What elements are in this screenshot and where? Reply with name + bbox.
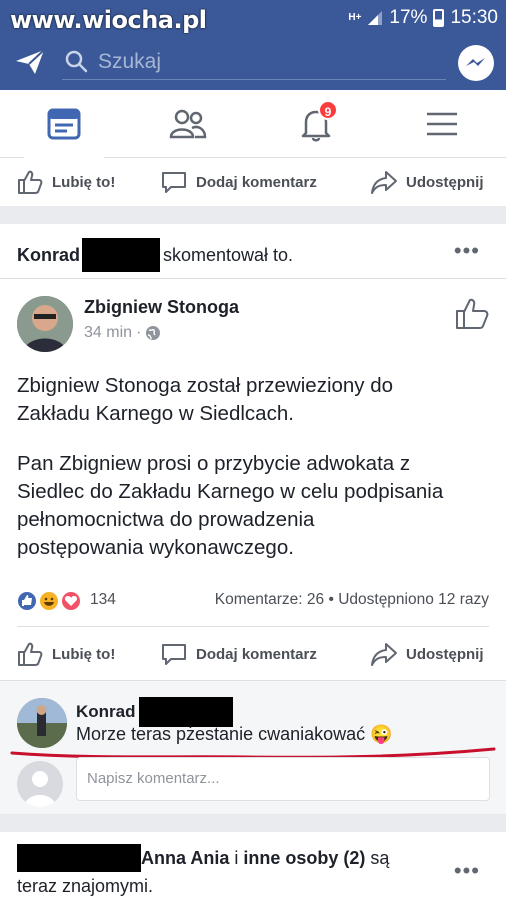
top-bar: Szukaj: [0, 34, 506, 90]
like-label: Lubię to!: [52, 173, 116, 191]
post-line: Zakładu Karnego w Siedlcach.: [17, 402, 294, 425]
page-like-icon[interactable]: [454, 296, 490, 332]
post-stats: 134 Komentarze: 26 • Udostępniono 12 raz…: [0, 580, 506, 620]
activity-text: skomentował to.: [163, 244, 294, 265]
post-meta: 34 min ·: [84, 324, 161, 342]
tab-news-feed[interactable]: [24, 104, 104, 159]
news-feed-icon: [47, 108, 81, 140]
friendship-line2: teraz znajomymi.: [17, 876, 154, 896]
notification-badge: 9: [318, 100, 338, 120]
haha-reaction-icon[interactable]: [38, 590, 60, 612]
friend-names[interactable]: Anna Ania: [141, 848, 229, 868]
redaction-bar: [138, 697, 233, 727]
post-text: Zbigniew Stonoga został przewieziony do …: [17, 372, 443, 562]
conjunction: i: [234, 848, 239, 868]
like-button[interactable]: Lubię to!: [16, 168, 115, 196]
tab-friends[interactable]: [168, 104, 208, 144]
comment-label: Dodaj komentarz: [196, 173, 317, 191]
redaction-bar: [82, 238, 160, 272]
messenger-button[interactable]: [458, 45, 494, 81]
verb-text: są: [370, 848, 390, 868]
tab-notifications[interactable]: 9: [296, 100, 338, 144]
avatar-image: [17, 296, 73, 352]
signal-icon: [368, 11, 383, 25]
post-time[interactable]: 34 min: [84, 324, 132, 342]
comments-section: Konrad Morze teras pżestanie cwaniakować…: [0, 680, 506, 814]
comment-label: Dodaj komentarz: [196, 645, 317, 663]
current-user-avatar: [17, 761, 63, 807]
share-button[interactable]: Udostępnij: [370, 168, 484, 196]
comment-button[interactable]: Dodaj komentarz: [160, 640, 317, 668]
like-reaction-icon[interactable]: [16, 590, 38, 612]
like-button[interactable]: Lubię to!: [16, 640, 115, 668]
friends-icon: [169, 109, 207, 139]
post-line: pełnomocnictwa do prowadzenia: [17, 508, 315, 531]
comment-button[interactable]: Dodaj komentarz: [160, 168, 317, 196]
like-label: Lubię to!: [52, 645, 116, 663]
comments-shares-count[interactable]: Komentarze: 26 • Udostępniono 12 razy: [215, 591, 489, 609]
activity-actor[interactable]: Konrad: [17, 245, 80, 266]
share-icon: [371, 643, 397, 666]
globe-icon: [146, 326, 161, 340]
send-icon[interactable]: [14, 48, 46, 76]
tab-menu[interactable]: [422, 104, 462, 144]
more-options-icon[interactable]: •••: [454, 238, 480, 264]
post-line: Pan Zbigniew prosi o przybycie adwokata …: [17, 452, 411, 475]
share-label: Udostępnij: [406, 173, 484, 191]
more-options-icon[interactable]: •••: [454, 858, 480, 884]
post-line: postępowania wykonawczego.: [17, 536, 294, 559]
author-avatar[interactable]: [17, 296, 73, 352]
search-input[interactable]: Szukaj: [62, 44, 446, 80]
comment-author-row: Konrad: [76, 697, 233, 727]
status-bar: www.wiocha.pl H+ 17% 15:30: [0, 0, 506, 34]
thumbs-up-icon: [18, 170, 43, 194]
comment-input[interactable]: Napisz komentarz...: [76, 757, 490, 801]
share-icon: [371, 171, 397, 194]
divider: [17, 626, 489, 627]
divider: [0, 278, 506, 279]
post-line: Zbigniew Stonoga został przewieziony do: [17, 374, 394, 397]
activity-header: Konrad skomentował to.: [17, 238, 293, 272]
post-author[interactable]: Zbigniew Stonoga: [84, 297, 239, 318]
meta-separator: ·: [136, 324, 142, 341]
redaction-bar: [17, 844, 141, 872]
comment-icon: [162, 172, 186, 193]
default-avatar-icon: [24, 771, 56, 807]
reactions-count[interactable]: 134: [90, 591, 116, 609]
hamburger-menu-icon: [427, 112, 457, 136]
status-icons: H+ 17% 15:30: [348, 7, 498, 29]
share-button[interactable]: Udostępnij: [370, 640, 484, 668]
network-indicator: H+: [348, 12, 362, 23]
post-line: Siedlec do Zakładu Karnego w celu podpis…: [17, 480, 444, 503]
post-card: Konrad skomentował to. ••• Zbigniew Ston…: [0, 224, 506, 680]
thumbs-up-icon: [18, 642, 43, 666]
search-icon: [65, 50, 88, 73]
watermark: www.wiocha.pl: [10, 6, 207, 34]
comment-author[interactable]: Konrad: [76, 702, 136, 722]
battery-icon: [433, 9, 445, 27]
other-people-link[interactable]: inne osoby (2): [243, 848, 365, 868]
messenger-icon: [466, 58, 485, 66]
comment-icon: [162, 644, 186, 665]
love-reaction-icon[interactable]: [60, 590, 82, 612]
nav-tabs: 9: [0, 90, 506, 159]
share-label: Udostępnij: [406, 645, 484, 663]
clock: 15:30: [450, 7, 498, 28]
post-actions-top: Lubię to! Dodaj komentarz Udostępnij: [0, 158, 506, 206]
battery-percent: 17%: [389, 7, 428, 28]
search-placeholder: Szukaj: [98, 50, 162, 73]
friendship-story: Anna Ania i inne osoby (2) są teraz znaj…: [0, 832, 506, 900]
friendship-text: Anna Ania i inne osoby (2) są teraz znaj…: [17, 844, 427, 900]
